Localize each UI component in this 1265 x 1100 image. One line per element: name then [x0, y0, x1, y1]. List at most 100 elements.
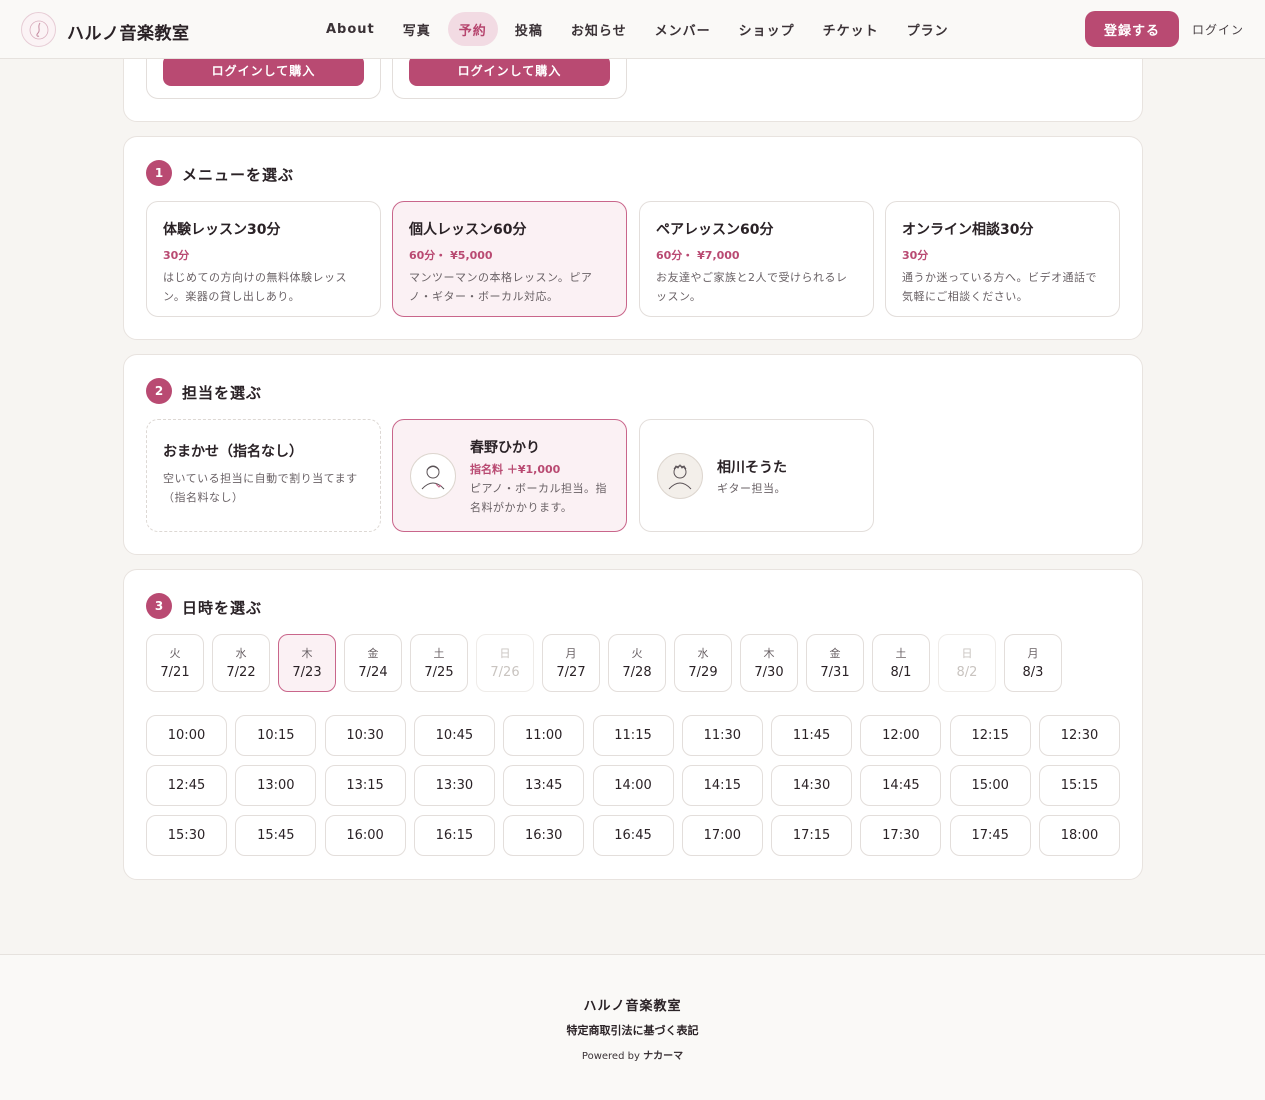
menu-desc: はじめての方向けの無料体験レッスン。楽器の貸し出しあり。	[163, 271, 347, 303]
time-slot-button[interactable]: 12:30	[1039, 715, 1120, 756]
time-slot-button[interactable]: 17:45	[949, 815, 1031, 856]
time-slot-button[interactable]: 13:45	[503, 765, 585, 806]
time-slot-button[interactable]: 12:15	[949, 715, 1031, 756]
date-day: 7/25	[424, 665, 454, 680]
powered-brand-link[interactable]: ナカーマ	[643, 1051, 683, 1062]
date-weekday: 金	[829, 647, 841, 660]
nav-plans[interactable]: プラン	[896, 12, 960, 46]
time-slot-button[interactable]: 17:15	[771, 815, 853, 856]
nav-members[interactable]: メンバー	[644, 12, 722, 46]
staff-option-any[interactable]: おまかせ（指名なし） 空いている担当に自動で割り当てます（指名料なし）	[146, 419, 381, 532]
staff-option-aikawa[interactable]: 相川そうた ギター担当。	[639, 419, 874, 532]
staff-name: おまかせ（指名なし）	[163, 444, 303, 460]
time-slot-button[interactable]: 13:15	[324, 765, 406, 806]
avatar-icon	[657, 453, 703, 499]
section-title: 担当を選ぶ	[182, 384, 263, 402]
nav-reservation[interactable]: 予約	[447, 12, 498, 46]
login-purchase-button[interactable]: ログインして購入	[163, 55, 364, 86]
date-option[interactable]: 土 8/1	[872, 634, 930, 692]
time-slot-button[interactable]: 11:30	[681, 715, 763, 756]
time-slot-button[interactable]: 10:00	[146, 715, 227, 756]
time-slot-button[interactable]: 16:15	[413, 815, 495, 856]
date-option[interactable]: 金 7/24	[344, 634, 402, 692]
nav-about[interactable]: About	[315, 12, 386, 46]
date-option[interactable]: 火 7/21	[146, 634, 204, 692]
section-title: メニューを選ぶ	[182, 166, 295, 184]
date-day: 7/27	[556, 665, 586, 680]
time-slot-button[interactable]: 15:15	[1039, 765, 1120, 806]
menu-desc: お友達やご家族と2人で受けられるレッスン。	[656, 271, 848, 303]
date-weekday: 金	[367, 647, 379, 660]
date-option[interactable]: 水 7/29	[674, 634, 732, 692]
date-option[interactable]: 金 7/31	[806, 634, 864, 692]
menu-option-online[interactable]: オンライン相談30分 30分 通うか迷っている方へ。ビデオ通話で気軽にご相談くだ…	[885, 201, 1120, 317]
time-slot-button[interactable]: 14:15	[681, 765, 763, 806]
legal-notice-link[interactable]: 特定商取引法に基づく表記	[0, 1022, 1265, 1038]
menu-desc: 通うか迷っている方へ。ビデオ通話で気軽にご相談ください。	[902, 271, 1097, 303]
login-link[interactable]: ログイン	[1192, 21, 1244, 38]
time-slot-button[interactable]: 18:00	[1039, 815, 1120, 856]
time-slot-button[interactable]: 16:45	[592, 815, 674, 856]
menu-price: 30分	[163, 249, 190, 262]
time-slot-button[interactable]: 11:45	[771, 715, 853, 756]
staff-option-haruno[interactable]: 春野ひかり 指名料 ＋¥1,000 ピアノ・ボーカル担当。指名料がかかります。	[392, 419, 627, 532]
time-slot-button[interactable]: 13:00	[235, 765, 317, 806]
site-name[interactable]: ハルノ音楽教室	[67, 19, 190, 44]
menu-option-private[interactable]: 個人レッスン60分 60分・ ¥5,000 マンツーマンの本格レッスン。ピアノ・…	[392, 201, 627, 317]
nav-news[interactable]: お知らせ	[560, 12, 638, 46]
time-slot-button[interactable]: 10:30	[324, 715, 406, 756]
register-button[interactable]: 登録する	[1085, 11, 1179, 47]
time-slot-button[interactable]: 16:00	[324, 815, 406, 856]
nav-shop[interactable]: ショップ	[728, 12, 806, 46]
date-weekday: 水	[697, 647, 709, 660]
date-option[interactable]: 水 7/22	[212, 634, 270, 692]
menu-section: 1 メニューを選ぶ 体験レッスン30分 30分 はじめての方向けの無料体験レッス…	[123, 136, 1143, 340]
date-option[interactable]: 木 7/23	[278, 634, 336, 692]
time-slot-button[interactable]: 11:15	[592, 715, 674, 756]
menu-title: 個人レッスン60分	[409, 222, 527, 238]
nav-tickets[interactable]: チケット	[812, 12, 890, 46]
time-slot-button[interactable]: 11:00	[503, 715, 585, 756]
time-slot-button[interactable]: 15:45	[235, 815, 317, 856]
menu-desc: マンツーマンの本格レッスン。ピアノ・ギター・ボーカル対応。	[409, 271, 593, 303]
time-slot-button[interactable]: 12:00	[860, 715, 942, 756]
time-slot-button[interactable]: 15:30	[146, 815, 227, 856]
date-day: 8/2	[956, 665, 978, 680]
nav-posts[interactable]: 投稿	[504, 12, 554, 46]
staff-desc: ピアノ・ボーカル担当。指名料がかかります。	[470, 482, 608, 514]
menu-option-trial[interactable]: 体験レッスン30分 30分 はじめての方向けの無料体験レッスン。楽器の貸し出しあ…	[146, 201, 381, 317]
date-weekday: 土	[895, 647, 907, 660]
login-purchase-button[interactable]: ログインして購入	[409, 55, 610, 86]
step-number: 3	[146, 593, 172, 619]
date-option[interactable]: 木 7/30	[740, 634, 798, 692]
date-weekday: 水	[235, 647, 247, 660]
time-slot-button[interactable]: 14:00	[592, 765, 674, 806]
time-slot-button[interactable]: 17:00	[681, 815, 763, 856]
staff-fee: 指名料 ＋¥1,000	[470, 463, 561, 476]
date-weekday: 木	[763, 647, 775, 660]
time-slot-button[interactable]: 10:45	[413, 715, 495, 756]
date-option[interactable]: 火 7/28	[608, 634, 666, 692]
date-day: 7/22	[226, 665, 256, 680]
time-slot-button[interactable]: 15:00	[949, 765, 1031, 806]
time-slot-button[interactable]: 13:30	[413, 765, 495, 806]
menu-option-pair[interactable]: ペアレッスン60分 60分・ ¥7,000 お友達やご家族と2人で受けられるレッ…	[639, 201, 874, 317]
logo-icon[interactable]	[21, 12, 56, 47]
date-option[interactable]: 土 7/25	[410, 634, 468, 692]
avatar-icon	[410, 453, 456, 499]
time-slot-button[interactable]: 17:30	[860, 815, 942, 856]
main-nav: About 写真 予約 投稿 お知らせ メンバー ショップ チケット プラン	[315, 12, 966, 46]
date-option[interactable]: 月 7/27	[542, 634, 600, 692]
section-title: 日時を選ぶ	[182, 599, 263, 617]
time-slot-button[interactable]: 14:30	[771, 765, 853, 806]
time-slot-button[interactable]: 14:45	[860, 765, 942, 806]
time-slot-button[interactable]: 10:15	[235, 715, 317, 756]
time-slot-button[interactable]: 16:30	[503, 815, 585, 856]
step-number: 1	[146, 160, 172, 186]
date-weekday: 火	[169, 647, 181, 660]
date-weekday: 火	[631, 647, 643, 660]
datetime-section: 3 日時を選ぶ 火 7/21 水 7/22 木 7/23 金 7/24 土 7/25 日 7/26 月 7…	[123, 569, 1143, 880]
date-option[interactable]: 月 8/3	[1004, 634, 1062, 692]
time-slot-button[interactable]: 12:45	[146, 765, 227, 806]
nav-photos[interactable]: 写真	[392, 12, 442, 46]
